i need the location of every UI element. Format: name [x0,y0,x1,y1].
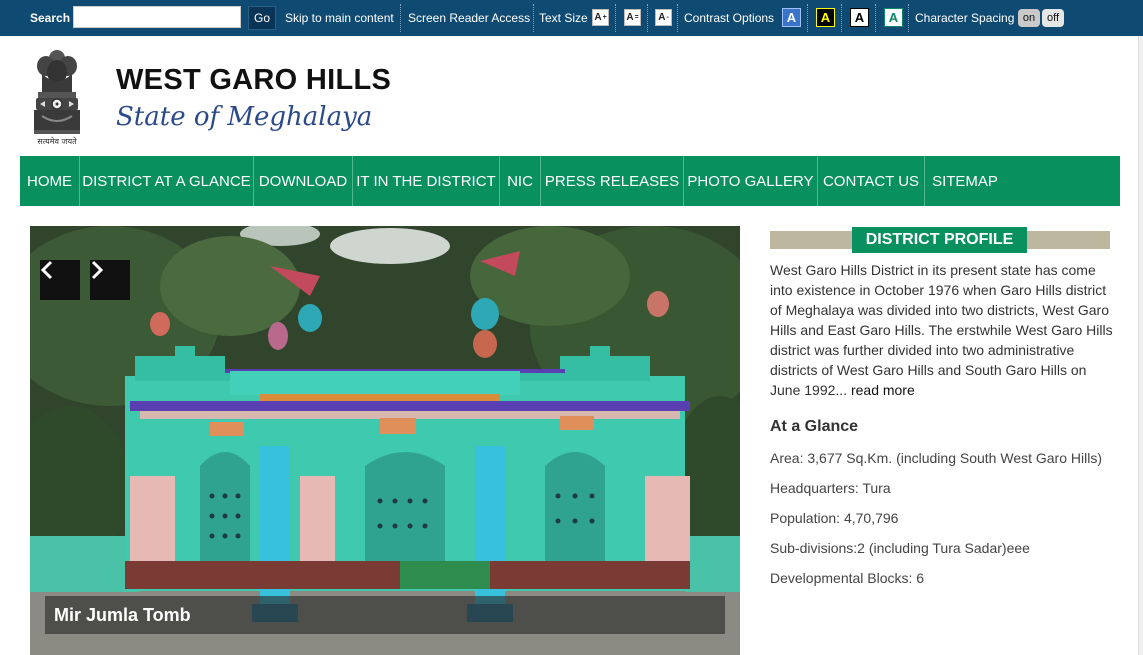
glance-item-population: Population: 4,70,796 [770,510,899,526]
search-go-button[interactable]: Go [248,6,276,30]
text-size-decrease-button[interactable]: A- [655,9,672,26]
contrast-yellow-on-black-button[interactable]: A [816,8,835,27]
scrollbar[interactable] [1138,36,1143,655]
text-size-mark: - [666,14,669,21]
nav-contact-us[interactable]: CONTACT US [818,156,925,206]
accessibility-bar: Search Go Skip to main content Screen Re… [0,0,1143,36]
slide-image-mir-jumla-tomb [30,226,740,655]
divider [875,4,876,32]
contrast-options-label: Contrast Options [684,11,775,25]
text-size-normal-button[interactable]: A = [624,9,641,26]
slider-next-button[interactable] [90,260,130,300]
nav-home[interactable]: HOME [20,156,80,206]
glance-item-blocks: Developmental Blocks: 6 [770,570,925,586]
main-navigation: HOME DISTRICT AT A GLANCE DOWNLOAD IT IN… [20,156,1120,206]
divider [677,4,678,32]
slide-caption: Mir Jumla Tomb [45,596,725,634]
text-size-mark: = [634,14,639,21]
divider [533,4,534,32]
image-slider[interactable]: Mir Jumla Tomb [30,226,740,655]
divider [841,4,842,32]
district-profile-text: West Garo Hills District in its present … [770,260,1115,400]
skip-to-main-link[interactable]: Skip to main content [285,0,394,36]
nav-nic[interactable]: NIC [500,156,541,206]
slider-prev-button[interactable] [40,260,80,300]
nav-it-in-the-district[interactable]: IT IN THE DISTRICT [353,156,500,206]
text-size-increase-button[interactable]: A + [592,9,609,26]
text-size-letter: A [658,12,666,23]
contrast-green-button[interactable]: A [884,8,903,27]
glance-item-subdivisions: Sub-divisions:2 (including Tura Sadar)ee… [770,540,1030,556]
contrast-blue-button[interactable]: A [782,8,801,27]
spacing-off-button[interactable]: off [1042,9,1064,27]
search-input[interactable] [73,6,241,28]
profile-paragraph: West Garo Hills District in its present … [770,262,1113,398]
nav-district-at-a-glance[interactable]: DISTRICT AT A GLANCE [80,156,254,206]
text-size-mark: + [602,14,607,21]
text-size-label: Text Size [539,11,588,25]
nav-press-releases[interactable]: PRESS RELEASES [541,156,684,206]
chevron-right-icon [91,260,104,280]
site-title[interactable]: WEST GARO HILLS [116,64,391,97]
nav-download[interactable]: DOWNLOAD [254,156,353,206]
screen-reader-access-link[interactable]: Screen Reader Access [408,0,530,36]
spacing-on-button[interactable]: on [1018,9,1040,27]
contrast-black-on-white-button[interactable]: A [850,8,869,27]
text-size-letter: A [594,12,602,23]
divider [807,4,808,32]
nav-photo-gallery[interactable]: PHOTO GALLERY [684,156,818,206]
divider [908,4,909,32]
divider [400,4,401,32]
national-emblem-logo[interactable]: सत्यमेव जयते [28,44,86,148]
district-profile-heading: DISTRICT PROFILE [852,227,1027,253]
emblem-motto: सत्यमेव जयते [37,137,77,146]
chevron-left-icon [40,260,53,280]
nav-sitemap[interactable]: SITEMAP [925,156,1005,206]
read-more-link[interactable]: read more [851,382,915,398]
site-subtitle: State of Meghalaya [116,102,373,132]
divider [647,4,648,32]
divider [615,4,616,32]
glance-item-area: Area: 3,677 Sq.Km. (including South West… [770,450,1103,466]
glance-item-headquarters: Headquarters: Tura [770,480,891,496]
search-label: Search [30,11,71,25]
text-size-letter: A [626,12,634,23]
character-spacing-label: Character Spacing [915,11,1015,25]
at-a-glance-heading: At a Glance [770,418,859,435]
